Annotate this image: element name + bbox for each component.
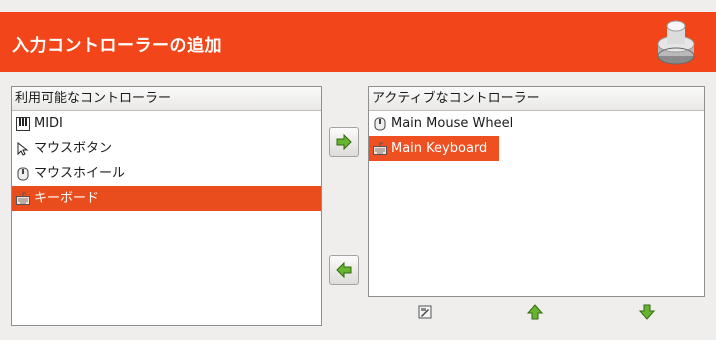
list-item-label: Main Keyboard	[391, 141, 488, 156]
list-item-main-mouse-wheel[interactable]: Main Mouse Wheel	[369, 111, 704, 136]
list-item-label: マウスボタン	[34, 141, 113, 156]
piano-keys-icon	[16, 117, 30, 131]
add-controller-button[interactable]	[329, 127, 359, 157]
remove-controller-button[interactable]	[329, 255, 359, 285]
list-item-main-keyboard[interactable]: Main Keyboard	[369, 136, 499, 161]
dialog-title: 入力コントローラーの追加	[12, 36, 222, 56]
list-item-label: Main Mouse Wheel	[391, 116, 514, 131]
move-up-button[interactable]	[526, 303, 544, 321]
edit-controller-button[interactable]	[416, 303, 434, 321]
edit-icon	[418, 305, 432, 319]
arrow-left-icon	[336, 261, 352, 279]
list-item-label: キーボード	[34, 191, 100, 206]
list-item-midi[interactable]: MIDI	[12, 111, 321, 136]
keyboard-icon	[373, 142, 387, 155]
keyboard-icon	[16, 192, 30, 205]
list-item-label: マウスホイール	[34, 166, 126, 181]
list-item-mouse-buttons[interactable]: マウスボタン	[12, 136, 321, 161]
active-column-header[interactable]: アクティブなコントローラー	[369, 87, 704, 111]
arrow-up-icon	[527, 304, 543, 320]
available-column-header[interactable]: 利用可能なコントローラー	[12, 87, 321, 111]
mouse-pointer-icon	[17, 142, 29, 156]
mouse-wheel-icon	[17, 167, 29, 181]
move-down-button[interactable]	[638, 303, 656, 321]
dialog-header: 入力コントローラーの追加	[0, 12, 716, 72]
list-item-mouse-wheel[interactable]: マウスホイール	[12, 161, 321, 186]
mouse-wheel-icon	[374, 117, 386, 131]
available-controllers-list[interactable]: 利用可能なコントローラー MIDI マウスボタン マウスホイール キーボード	[11, 86, 322, 326]
active-controllers-list[interactable]: アクティブなコントローラー Main Mouse Wheel Main Keyb…	[368, 86, 705, 297]
list-item-label: MIDI	[34, 116, 63, 131]
arrow-right-icon	[336, 133, 352, 151]
controller-icon	[657, 20, 695, 65]
list-item-keyboard[interactable]: キーボード	[12, 186, 321, 211]
arrow-down-icon	[639, 304, 655, 320]
